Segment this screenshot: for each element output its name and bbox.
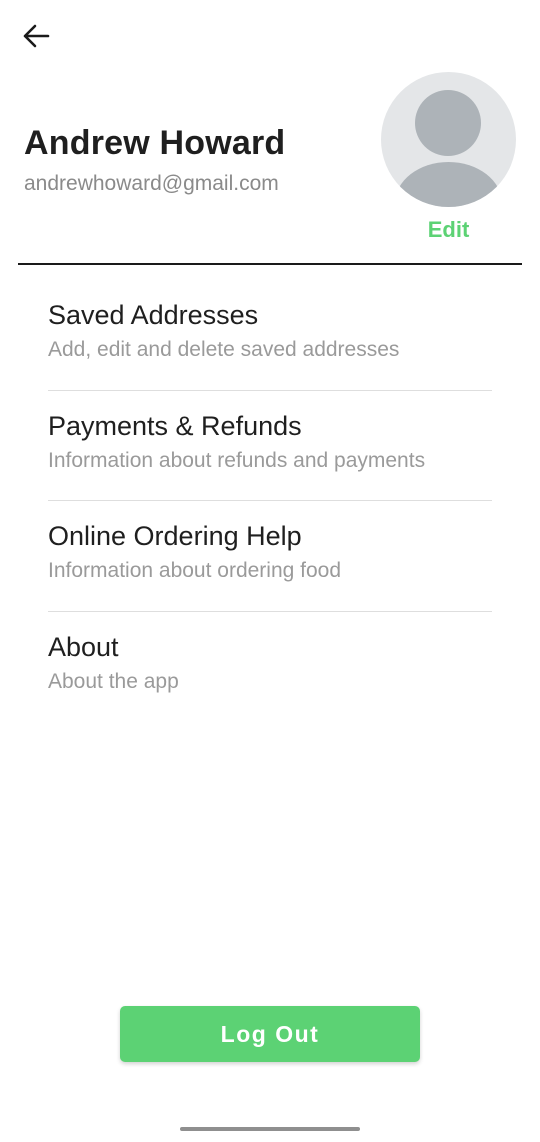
back-button[interactable] — [14, 16, 58, 56]
menu-item-saved-addresses[interactable]: Saved Addresses Add, edit and delete sav… — [48, 280, 492, 391]
menu-item-subtitle: Add, edit and delete saved addresses — [48, 338, 400, 361]
menu-item-title: Online Ordering Help — [48, 521, 302, 551]
menu-item-subtitle: Information about refunds and payments — [48, 448, 426, 472]
avatar[interactable] — [381, 72, 516, 207]
menu-item-subtitle: About the app — [48, 669, 179, 693]
arrow-left-icon — [23, 24, 50, 48]
user-placeholder-body — [395, 162, 502, 207]
menu-item-title: Saved Addresses — [48, 300, 259, 330]
menu-item-about[interactable]: About About the app — [48, 612, 492, 723]
menu-item-subtitle: Information about ordering food — [48, 559, 342, 582]
edit-profile-link[interactable]: Edit — [381, 217, 516, 243]
menu-item-title: About — [48, 631, 119, 662]
profile-email: andrewhoward@gmail.com — [24, 172, 279, 195]
profile-screen: Andrew Howard andrewhoward@gmail.com Edi… — [0, 0, 540, 1142]
menu-item-title: Payments & Refunds — [48, 410, 302, 441]
settings-menu: Saved Addresses Add, edit and delete sav… — [48, 280, 492, 722]
user-placeholder-icon — [415, 90, 481, 156]
logout-button[interactable]: Log Out — [120, 1006, 420, 1062]
header-divider — [18, 263, 522, 265]
home-indicator[interactable] — [180, 1127, 360, 1131]
menu-item-payments-refunds[interactable]: Payments & Refunds Information about ref… — [48, 391, 492, 501]
menu-item-online-ordering-help[interactable]: Online Ordering Help Information about o… — [48, 501, 492, 612]
profile-name: Andrew Howard — [24, 124, 286, 162]
